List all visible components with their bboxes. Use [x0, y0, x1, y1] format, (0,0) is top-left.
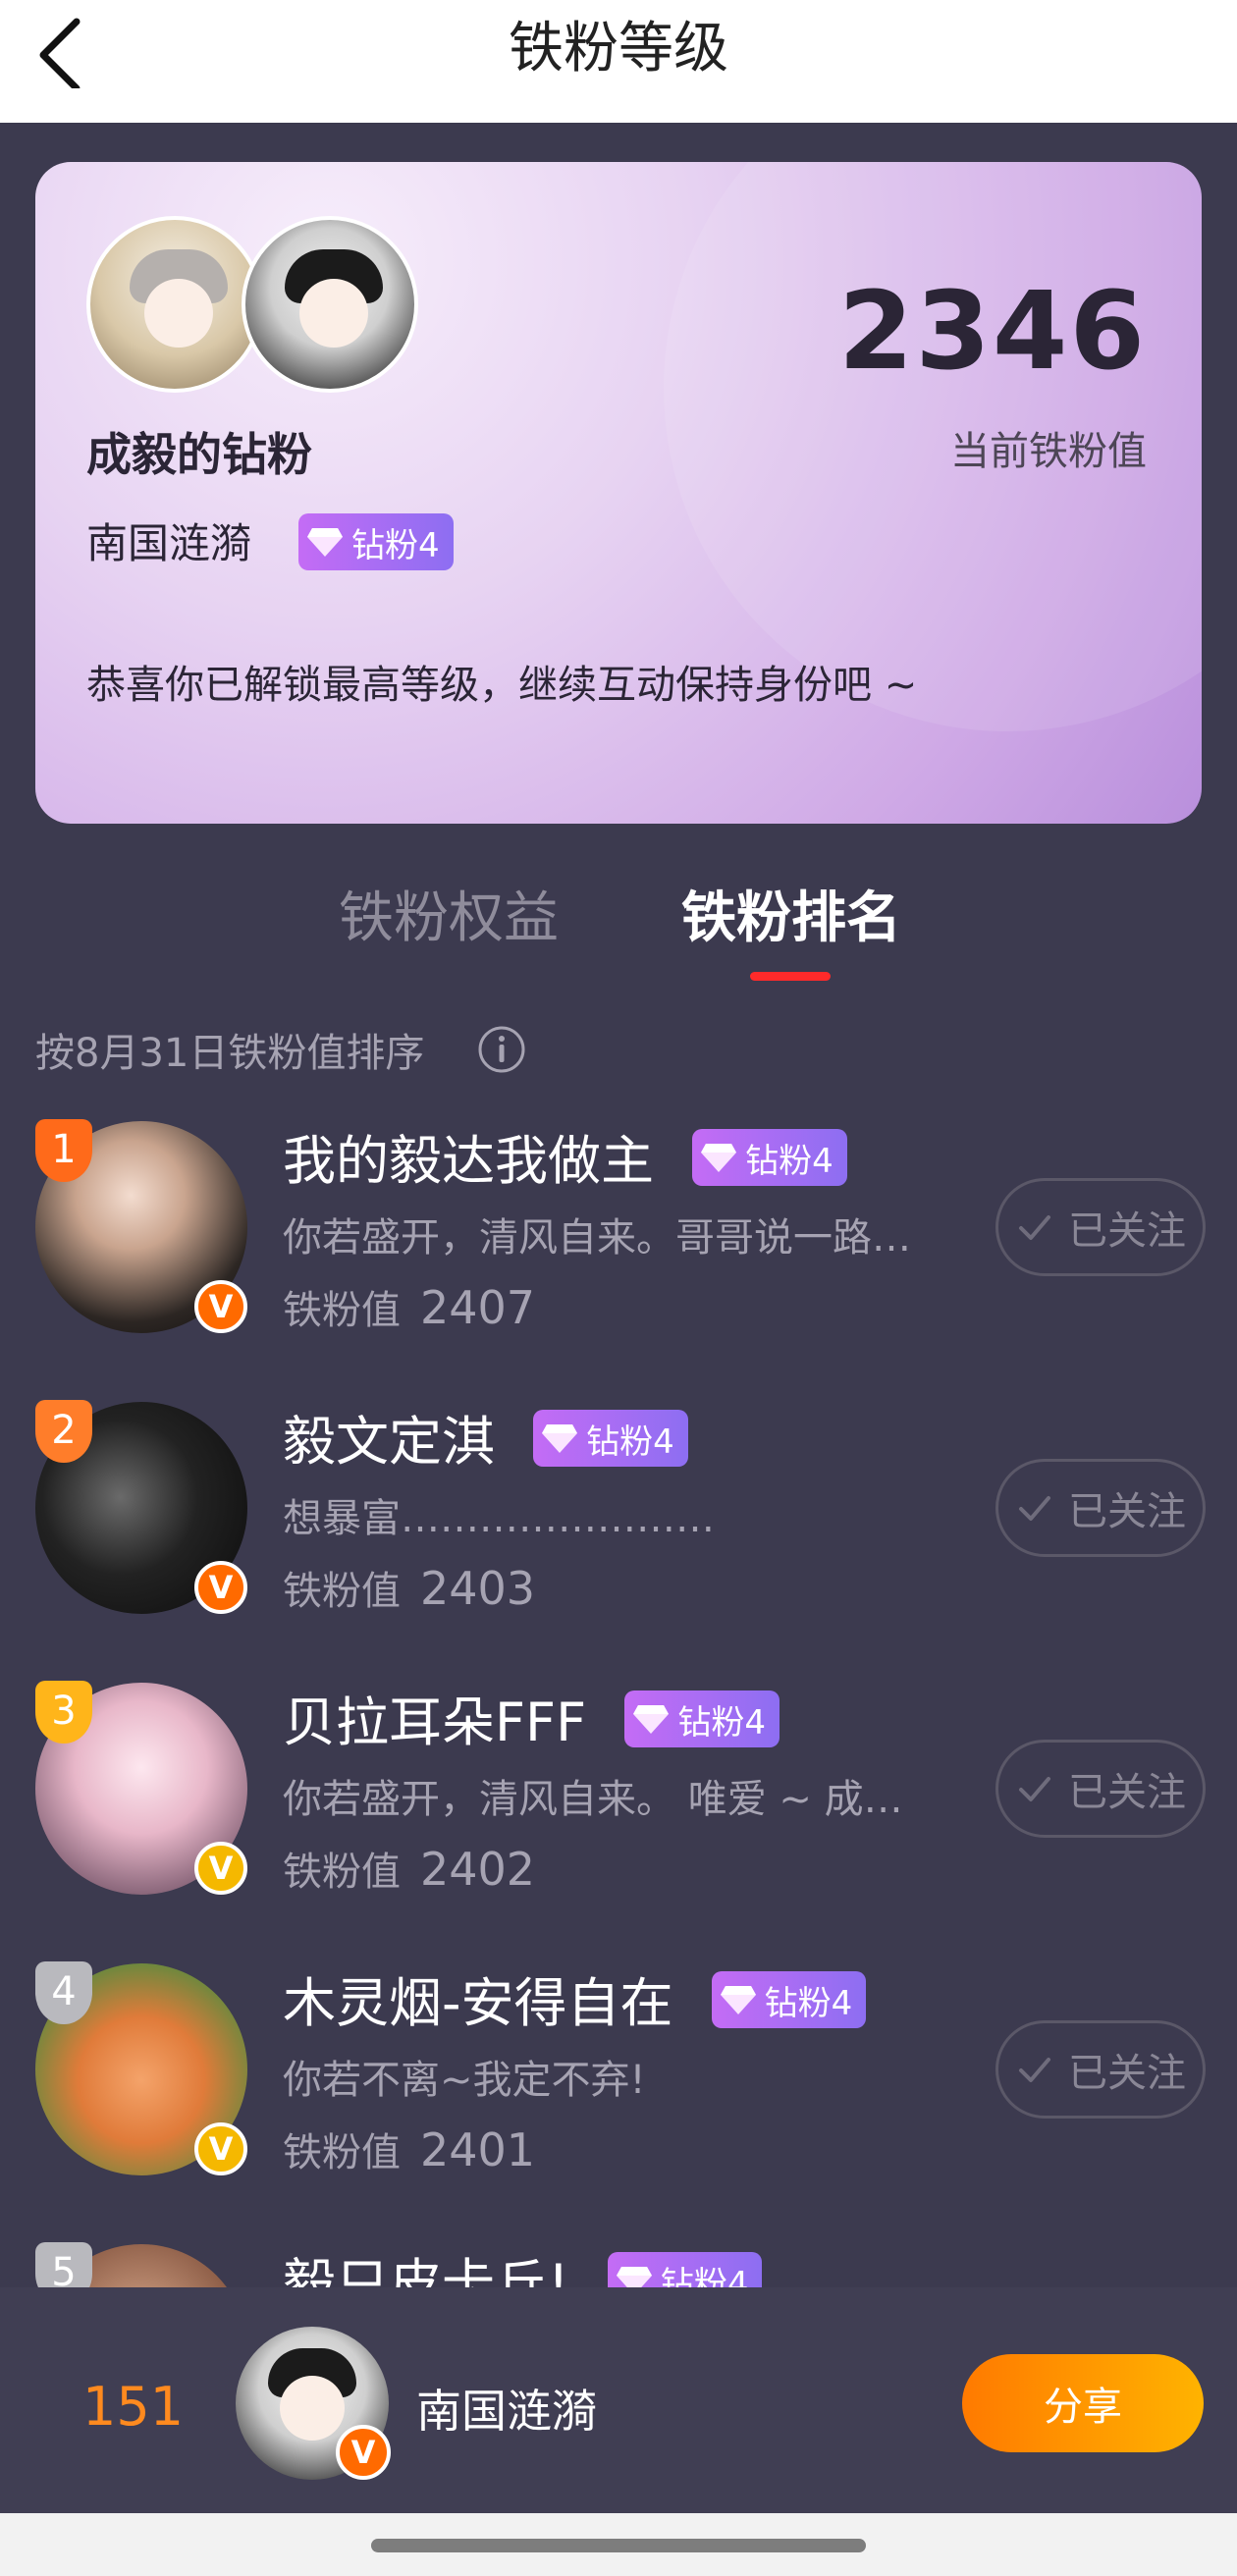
- badge-label: 钻粉4: [677, 1702, 766, 1743]
- fan-score-value: 2402: [420, 1843, 536, 1896]
- info-circle-icon: [478, 1026, 525, 1073]
- idol-avatar[interactable]: [86, 216, 263, 393]
- fan-score: 铁粉值 2402: [283, 1840, 535, 1897]
- ranking-list: 1 V 我的毅达我做主 钻粉4 你若盛开，清风自来。哥哥说一路… 铁粉值 2407…: [0, 1109, 1237, 2287]
- level-badge: 钻粉4: [711, 1971, 867, 2028]
- my-rank-bar: 151 V 南国涟漪 分享: [0, 2287, 1237, 2513]
- fan-signature: 你若盛开，清风自来。哥哥说一路…: [283, 1215, 911, 1261]
- username: 南国涟漪: [86, 519, 252, 567]
- home-indicator[interactable]: [371, 2539, 866, 2552]
- following-button[interactable]: 已关注: [995, 1459, 1206, 1557]
- fan-signature: 想暴富……………………: [283, 1496, 715, 1541]
- rank-number-badge: 4: [35, 1961, 92, 2024]
- following-label: 已关注: [1068, 1489, 1186, 1534]
- diamond-icon: [307, 528, 343, 557]
- rank-number-badge: 1: [35, 1119, 92, 1182]
- fan-name-label: 木灵烟-安得自在: [283, 1972, 673, 2034]
- fan-score-value: 2407: [420, 1281, 536, 1334]
- rank-number-badge: 3: [35, 1681, 92, 1744]
- ranking-row[interactable]: 4 V 木灵烟-安得自在 钻粉4 你若不离~我定不弃! 铁粉值 2401 已关注: [0, 1952, 1237, 2232]
- diamond-icon: [701, 1144, 737, 1172]
- badge-label: 钻粉4: [351, 525, 440, 565]
- check-icon: [1019, 1215, 1050, 1240]
- following-button[interactable]: 已关注: [995, 1740, 1206, 1838]
- following-button[interactable]: 已关注: [995, 1178, 1206, 1276]
- fan-name-label: 贝拉耳朵FFF: [283, 1691, 587, 1753]
- badge-label: 钻粉4: [764, 1983, 853, 2023]
- fan-score-label: 铁粉值: [283, 1850, 401, 1895]
- level-badge: 钻粉4: [298, 513, 454, 570]
- level-badge: 钻粉4: [624, 1690, 780, 1747]
- fan-name-label: 我的毅达我做主: [283, 1130, 654, 1192]
- check-icon: [1019, 1777, 1050, 1801]
- ranking-row[interactable]: 1 V 我的毅达我做主 钻粉4 你若盛开，清风自来。哥哥说一路… 铁粉值 2407…: [0, 1109, 1237, 1390]
- my-username: 南国涟漪: [416, 2385, 597, 2438]
- fan-name[interactable]: 我的毅达我做主 钻粉4: [283, 1117, 847, 1195]
- verified-icon: V: [336, 2425, 391, 2480]
- fan-signature: 你若盛开，清风自来。 唯爱 ~ 成…: [283, 1777, 903, 1822]
- fan-score-label: 铁粉值: [283, 1288, 401, 1333]
- active-tab-indicator: [750, 972, 831, 981]
- badge-label: 钻粉4: [745, 1141, 834, 1181]
- my-rank-number: 151: [82, 2376, 185, 2438]
- verified-icon: V: [194, 1561, 247, 1614]
- fan-score-value: 2403: [420, 1562, 536, 1615]
- check-icon: [1019, 2058, 1050, 2082]
- ranking-row[interactable]: 5 V 毅只皮卡丘! 钻粉4: [0, 2232, 1237, 2287]
- ranking-row[interactable]: 2 V 毅文定淇 钻粉4 想暴富…………………… 铁粉值 2403 已关注: [0, 1390, 1237, 1671]
- level-message: 恭喜你已解锁最高等级，继续互动保持身份吧 ~: [86, 663, 918, 708]
- verified-icon: V: [194, 1280, 247, 1333]
- share-button[interactable]: 分享: [962, 2354, 1204, 2452]
- fan-score-value: 2401: [420, 2123, 536, 2176]
- diamond-icon: [720, 1986, 756, 2014]
- fan-level-card: 成毅的钻粉 南国涟漪 钻粉4 2346 当前铁粉值 恭喜你已解锁最高等级，继续互…: [35, 162, 1202, 824]
- fan-name[interactable]: 贝拉耳朵FFF 钻粉4: [283, 1679, 780, 1756]
- check-icon: [1019, 1496, 1050, 1521]
- fan-score-label: 当前铁粉值: [950, 429, 1147, 474]
- info-icon[interactable]: [477, 1025, 526, 1074]
- user-avatar[interactable]: [242, 216, 418, 393]
- fan-score-label: 铁粉值: [283, 2130, 401, 2175]
- fan-score: 铁粉值 2403: [283, 1559, 535, 1616]
- top-bar: 铁粉等级: [0, 0, 1237, 123]
- badge-label: 钻粉4: [660, 2264, 749, 2288]
- rank-number-badge: 2: [35, 1400, 92, 1463]
- fan-signature: 你若不离~我定不弃!: [283, 2058, 646, 2103]
- avatar-face: [299, 279, 368, 348]
- page-title: 铁粉等级: [509, 17, 728, 80]
- fan-score-label: 铁粉值: [283, 1569, 401, 1614]
- verified-icon: V: [194, 1842, 247, 1895]
- verified-icon: V: [194, 2122, 247, 2175]
- tab-ranking[interactable]: 铁粉排名: [681, 874, 901, 953]
- fan-name-label: 毅文定淇: [283, 1411, 495, 1473]
- level-badge: 钻粉4: [692, 1129, 847, 1186]
- diamond-icon: [616, 2267, 652, 2287]
- rank-number-badge: 5: [35, 2242, 92, 2287]
- following-label: 已关注: [1068, 2051, 1186, 2096]
- fan-score: 铁粉值 2401: [283, 2120, 535, 2177]
- tab-benefits[interactable]: 铁粉权益: [339, 874, 559, 953]
- diamond-icon: [542, 1424, 578, 1453]
- fan-group-name: 成毅的钻粉: [86, 428, 312, 481]
- sort-note: 按8月31日铁粉值排序: [35, 1031, 425, 1076]
- fan-score: 2346: [837, 268, 1147, 394]
- fan-name[interactable]: 木灵烟-安得自在 钻粉4: [283, 1959, 867, 2037]
- following-button[interactable]: 已关注: [995, 2020, 1206, 2119]
- following-label: 已关注: [1068, 1208, 1186, 1254]
- fan-name[interactable]: 毅只皮卡丘! 钻粉4: [283, 2240, 763, 2288]
- following-label: 已关注: [1068, 1770, 1186, 1815]
- fan-name[interactable]: 毅文定淇 钻粉4: [283, 1398, 688, 1476]
- avatar-face: [280, 2376, 345, 2441]
- level-badge: 钻粉4: [607, 2252, 763, 2288]
- level-badge: 钻粉4: [533, 1410, 688, 1467]
- badge-label: 钻粉4: [586, 1422, 674, 1462]
- fan-score: 铁粉值 2407: [283, 1278, 535, 1335]
- avatar-face: [144, 279, 213, 348]
- ranking-row[interactable]: 3 V 贝拉耳朵FFF 钻粉4 你若盛开，清风自来。 唯爱 ~ 成… 铁粉值 24…: [0, 1671, 1237, 1952]
- diamond-icon: [633, 1705, 670, 1734]
- fan-name-label: 毅只皮卡丘!: [283, 2253, 569, 2287]
